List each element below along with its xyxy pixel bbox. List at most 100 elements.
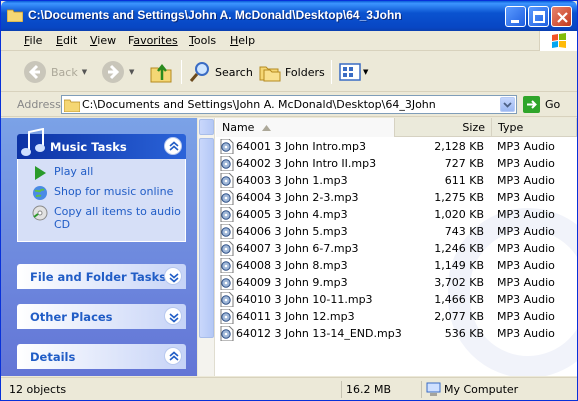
back-label: Back xyxy=(51,65,78,79)
file-type: MP3 Audio xyxy=(497,225,555,238)
address-dropdown-button[interactable] xyxy=(500,97,515,112)
address-input[interactable]: C:\Documents and Settings\John A. McDona… xyxy=(61,95,517,114)
collapse-button[interactable] xyxy=(164,137,182,155)
details-title: Details xyxy=(30,350,76,364)
table-row[interactable]: 64010 3 John 10-11.mp3 1,466 KB MP3 Audio xyxy=(216,291,577,308)
go-button[interactable]: Go xyxy=(523,96,560,113)
minimize-button[interactable] xyxy=(505,6,526,27)
column-size[interactable]: Size xyxy=(395,118,492,137)
location-label: My Computer xyxy=(444,383,519,396)
details-header[interactable]: Details xyxy=(17,344,186,369)
back-dropdown-icon[interactable]: ▼ xyxy=(82,68,87,76)
mp3-file-icon xyxy=(220,156,234,171)
table-row[interactable]: 64011 3 John 12.mp3 2,077 KB MP3 Audio xyxy=(216,308,577,325)
file-list-view: Name Size Type 64001 3 John Intro.mp3 2,1… xyxy=(198,118,577,376)
mp3-file-icon xyxy=(220,224,234,239)
play-all-task[interactable]: Play all xyxy=(18,165,185,185)
expand-button[interactable] xyxy=(164,307,182,325)
file-size: 2,128 KB xyxy=(434,140,484,153)
file-size: 1,275 KB xyxy=(434,191,484,204)
file-name: 64007 3 John 6-7.mp3 xyxy=(236,242,359,255)
menu-help[interactable]: Help xyxy=(230,34,255,47)
mp3-file-icon xyxy=(220,190,234,205)
object-count: 12 objects xyxy=(9,383,67,396)
file-name: 64009 3 John 9.mp3 xyxy=(236,276,348,289)
file-size: 1,020 KB xyxy=(434,208,484,221)
copy-to-cd-task[interactable]: Copy all items to audio CD xyxy=(18,205,185,235)
folders-icon xyxy=(259,66,281,82)
file-name: 64001 3 John Intro.mp3 xyxy=(236,140,366,153)
menu-favorites[interactable]: Favorites xyxy=(128,34,178,47)
table-row[interactable]: 64012 3 John 13-14_END.mp3 536 KB MP3 Audi… xyxy=(216,325,577,342)
vertical-scrollbar[interactable] xyxy=(198,118,215,376)
music-tasks-header[interactable]: Music Tasks xyxy=(17,128,186,159)
table-row[interactable]: 64008 3 John 8.mp3 1,149 KB MP3 Audio xyxy=(216,257,577,274)
forward-dropdown-icon[interactable]: ▼ xyxy=(129,68,134,76)
other-places-header[interactable]: Other Places xyxy=(17,304,186,329)
back-button[interactable]: Back ▼ xyxy=(23,58,87,86)
go-label: Go xyxy=(545,98,561,111)
shop-music-task[interactable]: Shop for music online xyxy=(18,185,185,205)
file-size: 1,149 KB xyxy=(434,259,484,272)
menu-view[interactable]: View xyxy=(90,34,116,47)
column-type-label: Type xyxy=(498,121,524,134)
mp3-file-icon xyxy=(220,292,234,307)
table-row[interactable]: 64003 3 John 1.mp3 611 KB MP3 Audio xyxy=(216,172,577,189)
location-zone: My Computer xyxy=(421,381,575,398)
collapse-button[interactable] xyxy=(164,347,182,365)
maximize-button[interactable] xyxy=(528,6,549,27)
back-arrow-icon xyxy=(24,61,46,83)
mp3-file-icon xyxy=(220,258,234,273)
title-bar[interactable]: C:\Documents and Settings\John A. McDona… xyxy=(1,1,577,31)
views-button[interactable]: ▼ xyxy=(339,58,368,86)
file-size: 536 KB xyxy=(444,327,484,340)
table-row[interactable]: 64007 3 John 6-7.mp3 1,246 KB MP3 Audio xyxy=(216,240,577,257)
menu-tools[interactable]: Tools xyxy=(189,34,216,47)
table-row[interactable]: 64005 3 John 4.mp3 1,020 KB MP3 Audio xyxy=(216,206,577,223)
file-size: 611 KB xyxy=(444,174,484,187)
music-tasks-body: Play all Shop for music online Copy all … xyxy=(17,159,186,242)
up-folder-button[interactable] xyxy=(149,58,173,86)
explorer-window: C:\Documents and Settings\John A. McDona… xyxy=(0,0,578,401)
folders-button[interactable]: Folders xyxy=(259,58,325,86)
table-row[interactable]: 64006 3 John 5.mp3 743 KB MP3 Audio xyxy=(216,223,577,240)
mp3-file-icon xyxy=(220,241,234,256)
other-places-title: Other Places xyxy=(30,310,113,324)
address-bar: Address C:\Documents and Settings\John A… xyxy=(1,93,577,117)
folder-icon xyxy=(6,8,24,23)
menu-file[interactable]: File xyxy=(24,34,42,47)
table-row[interactable]: 64009 3 John 9.mp3 3,702 KB MP3 Audio xyxy=(216,274,577,291)
table-row[interactable]: 64004 3 John 2-3.mp3 1,275 KB MP3 Audio xyxy=(216,189,577,206)
views-dropdown-icon[interactable]: ▼ xyxy=(363,68,368,76)
folders-label: Folders xyxy=(285,65,325,79)
toolbar-separator xyxy=(331,60,332,84)
scroll-thumb[interactable] xyxy=(199,138,214,338)
file-type: MP3 Audio xyxy=(497,293,555,306)
expand-button[interactable] xyxy=(164,267,182,285)
mp3-file-icon xyxy=(220,139,234,154)
forward-button[interactable]: ▼ xyxy=(101,58,134,86)
column-type[interactable]: Type xyxy=(492,118,577,137)
folder-icon xyxy=(64,99,80,112)
file-size: 3,702 KB xyxy=(434,276,484,289)
close-button[interactable] xyxy=(551,6,572,27)
table-row[interactable]: 64002 3 John Intro II.mp3 727 KB MP3 Audio xyxy=(216,155,577,172)
file-type: MP3 Audio xyxy=(497,259,555,272)
mp3-file-icon xyxy=(220,173,234,188)
file-folder-tasks-header[interactable]: File and Folder Tasks xyxy=(17,264,186,289)
address-label: Address xyxy=(17,98,61,111)
address-value: C:\Documents and Settings\John A. McDona… xyxy=(82,98,436,111)
file-type: MP3 Audio xyxy=(497,327,555,340)
menu-edit[interactable]: Edit xyxy=(56,34,77,47)
window-title: C:\Documents and Settings\John A. McDona… xyxy=(28,8,402,22)
chevron-down-icon xyxy=(503,102,512,108)
search-button[interactable]: Search xyxy=(189,58,253,86)
scroll-up-button[interactable] xyxy=(199,119,214,135)
table-row[interactable]: 64001 3 John Intro.mp3 2,128 KB MP3 Audio xyxy=(216,138,577,155)
column-name[interactable]: Name xyxy=(216,118,395,137)
views-icon xyxy=(339,63,361,81)
file-size: 2,077 KB xyxy=(434,310,484,323)
file-name: 64010 3 John 10-11.mp3 xyxy=(236,293,373,306)
column-name-label: Name xyxy=(222,121,255,134)
mp3-file-icon xyxy=(220,326,234,341)
